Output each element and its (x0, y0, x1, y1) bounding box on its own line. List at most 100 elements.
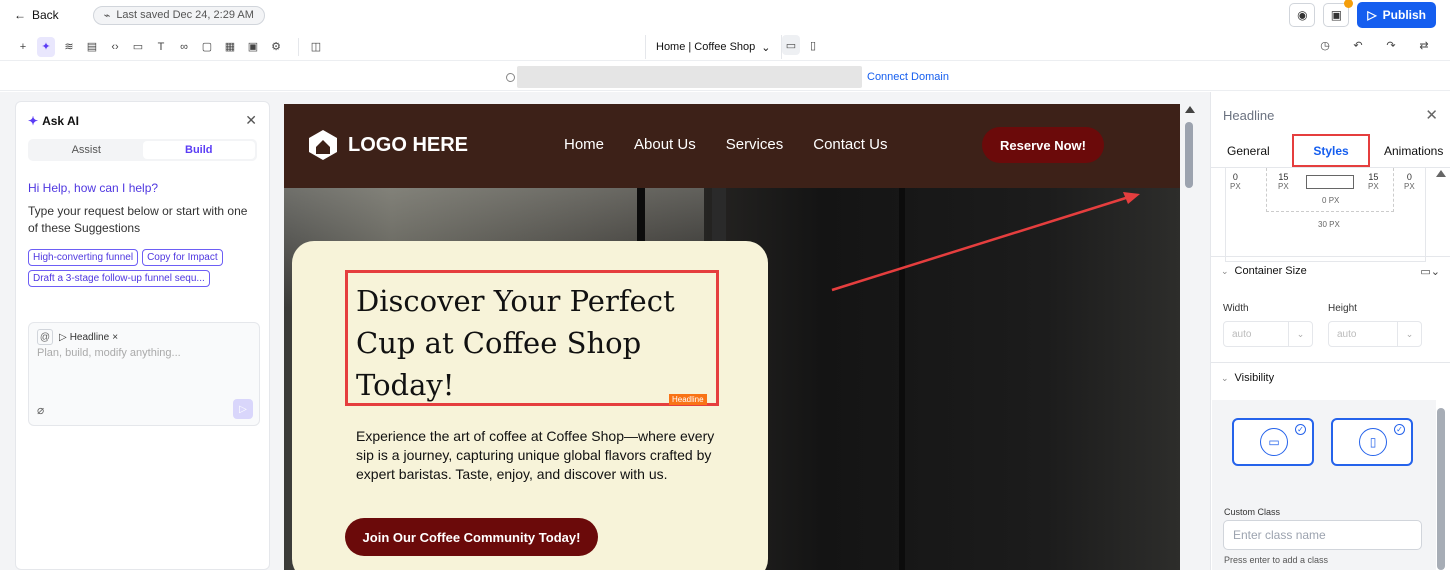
back-label: Back (32, 8, 59, 22)
visibility-mobile-toggle[interactable]: ▯ ✓ (1331, 418, 1413, 466)
layers-icon[interactable]: ≋ (60, 37, 78, 57)
margin-left-value[interactable]: 0 PX (1230, 172, 1241, 191)
publish-button[interactable]: ▷ Publish (1357, 2, 1436, 28)
properties-scrollbar[interactable] (1435, 168, 1447, 570)
tab-animations[interactable]: Animations (1376, 134, 1450, 167)
ai-greeting: Hi Help, how can I help? (28, 181, 159, 195)
logo-text: LOGO HERE (348, 133, 469, 156)
close-icon[interactable]: ✕ (1425, 106, 1438, 124)
tab-styles[interactable]: Styles (1291, 134, 1371, 167)
redo-icon[interactable]: ↷ (1382, 35, 1400, 55)
nav-link-about[interactable]: About Us (634, 136, 696, 153)
height-value: auto (1337, 328, 1357, 340)
templates-icon[interactable]: ▦ (221, 37, 239, 57)
reserve-button[interactable]: Reserve Now! (982, 127, 1104, 163)
forms-icon[interactable]: ▭ (129, 37, 147, 57)
sections-icon[interactable]: ▢ (198, 37, 216, 57)
canvas-scrollbar[interactable] (1183, 104, 1195, 570)
notification-dot (1344, 0, 1354, 8)
padding-right-value[interactable]: 15 PX (1368, 172, 1379, 191)
storefront-frame (899, 188, 905, 570)
suggestion-chip[interactable]: Copy for Impact (142, 249, 223, 266)
history-icon[interactable]: ◷ (1316, 35, 1334, 55)
selection-badge: Headline (669, 394, 707, 405)
remove-tag-icon[interactable]: × (112, 332, 118, 343)
back-button[interactable]: ← Back (14, 8, 59, 22)
chevron-down-icon: ⌄ (1397, 322, 1421, 346)
undo-icon[interactable]: ↶ (1349, 35, 1367, 55)
arrow-left-icon: ← (14, 8, 26, 22)
layout-icon[interactable]: ◫ (307, 37, 325, 57)
last-saved-label: Last saved Dec 24, 2:29 AM (116, 9, 254, 21)
ai-prompt-box[interactable]: @ ▷ Headline × Plan, build, modify anyth… (28, 322, 260, 426)
custom-class-input[interactable]: Enter class name (1223, 520, 1422, 550)
domain-bar: Connect Domain (0, 63, 1450, 91)
pages-icon[interactable]: ▤ (83, 37, 101, 57)
ai-sparkle-icon: ✦ (28, 113, 39, 128)
prompt-input[interactable]: Plan, build, modify anything... (29, 347, 259, 359)
scroll-up-icon[interactable] (1436, 170, 1446, 177)
container-size-section[interactable]: ⌄ Container Size (1221, 265, 1307, 277)
visibility-title: Visibility (1234, 372, 1275, 384)
selected-element-title: Headline (1223, 107, 1275, 123)
visibility-section[interactable]: ⌄ Visibility (1221, 372, 1274, 384)
tab-build[interactable]: Build (142, 141, 255, 159)
last-saved-badge: ⌁ Last saved Dec 24, 2:29 AM (92, 5, 265, 25)
site-navbar: LOGO HERE Home About Us Services Contact… (284, 104, 1180, 188)
toolbar-divider (298, 37, 299, 56)
ai-mode-tabs: Assist Build (28, 139, 257, 161)
height-select[interactable]: auto ⌄ (1328, 321, 1422, 347)
margin-bottom-value[interactable]: 30 PX (1318, 220, 1340, 229)
send-button[interactable]: ▷ (233, 399, 253, 419)
section-divider (1211, 362, 1450, 363)
scroll-thumb[interactable] (1437, 408, 1445, 570)
publish-label: Publish (1382, 8, 1426, 22)
nav-link-home[interactable]: Home (564, 136, 604, 153)
properties-header: Headline ✕ (1211, 92, 1450, 124)
attach-icon[interactable]: ⌀ (37, 403, 44, 417)
site-logo[interactable]: LOGO HERE (306, 128, 468, 162)
preview-button[interactable]: ◉ (1289, 3, 1316, 27)
suggestion-chip[interactable]: High-converting funnel (28, 249, 139, 266)
width-select[interactable]: auto ⌄ (1223, 321, 1313, 347)
ai-sparkle-icon[interactable]: ✦ (37, 36, 55, 57)
context-tag: ▷ Headline × (59, 332, 118, 343)
nav-link-contact[interactable]: Contact Us (813, 136, 887, 153)
editor-toolbar: + ✦ ≋ ▤ ‹› ▭ T ∞ ▢ ▦ ▣ ⚙ ◫ Home | Coffee… (0, 33, 1450, 61)
ask-ai-title: Ask AI (42, 113, 79, 128)
margin-right-value[interactable]: 0 PX (1404, 172, 1415, 191)
mobile-icon[interactable]: ▯ (804, 35, 822, 55)
domain-url-redacted (517, 66, 862, 88)
desktop-icon[interactable]: ▭ (782, 35, 800, 55)
domain-status-icon (506, 73, 515, 82)
scroll-up-icon[interactable] (1185, 106, 1195, 113)
custom-class-hint: Press enter to add a class (1224, 555, 1329, 565)
text-icon[interactable]: T (152, 37, 170, 57)
tab-assist[interactable]: Assist (30, 141, 143, 159)
check-icon: ✓ (1295, 424, 1306, 435)
chevron-down-icon: ⌄ (761, 41, 771, 54)
padding-bottom-value[interactable]: 0 PX (1322, 196, 1339, 205)
suggestion-chip[interactable]: Draft a 3-stage follow-up funnel sequ... (28, 270, 210, 287)
integrations-icon[interactable]: ∞ (175, 37, 193, 57)
page-selector[interactable]: Home | Coffee Shop ⌄ (645, 35, 782, 59)
close-icon[interactable]: ✕ (245, 112, 257, 129)
hero-description[interactable]: Experience the art of coffee at Coffee S… (356, 427, 726, 484)
padding-left-value[interactable]: 15 PX (1278, 172, 1289, 191)
connect-domain-link[interactable]: Connect Domain (867, 71, 949, 83)
media-icon[interactable]: ▣ (244, 37, 262, 57)
save-icon: ▣ (1330, 8, 1343, 22)
save-button[interactable]: ▣ (1323, 0, 1354, 27)
code-icon[interactable]: ‹› (106, 37, 124, 57)
swap-icon[interactable]: ⇄ (1415, 35, 1433, 55)
add-icon[interactable]: + (14, 37, 32, 57)
visibility-desktop-toggle[interactable]: ▭ ✓ (1232, 418, 1314, 466)
settings-icon[interactable]: ⚙ (267, 37, 285, 57)
mention-icon[interactable]: @ (37, 329, 53, 345)
nav-link-services[interactable]: Services (726, 136, 784, 153)
join-community-button[interactable]: Join Our Coffee Community Today! (345, 518, 598, 556)
tab-general[interactable]: General (1211, 134, 1286, 167)
site-nav-links: Home About Us Services Contact Us (564, 136, 887, 153)
content-box (1306, 175, 1354, 189)
scroll-thumb[interactable] (1185, 122, 1193, 188)
